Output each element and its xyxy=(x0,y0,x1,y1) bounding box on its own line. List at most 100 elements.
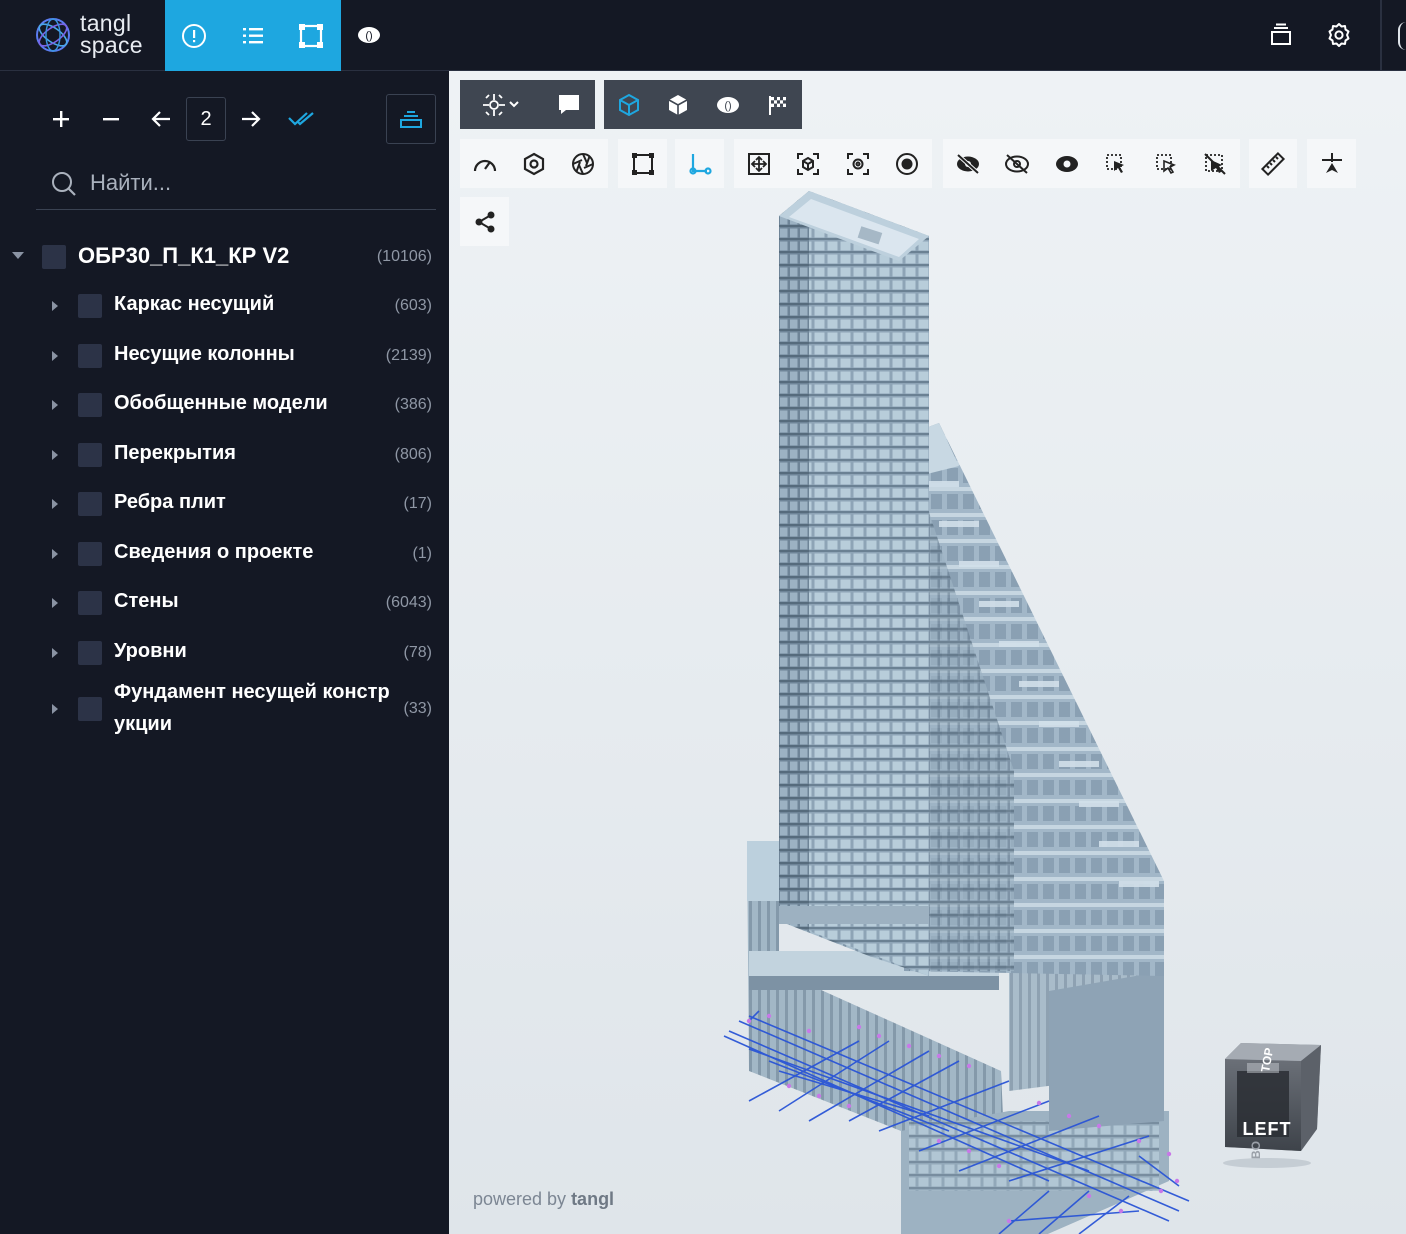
share-group xyxy=(460,197,509,246)
xray-view-button[interactable]: () xyxy=(703,80,753,129)
axes-button[interactable] xyxy=(675,139,724,188)
caret-right-icon[interactable] xyxy=(52,499,58,509)
caret-right-icon[interactable] xyxy=(52,351,58,361)
caret-right-icon[interactable] xyxy=(52,400,58,410)
section-box-button[interactable] xyxy=(618,139,667,188)
eye-icon xyxy=(1055,155,1078,172)
box-select-button[interactable] xyxy=(1092,139,1142,188)
hide-others-button[interactable] xyxy=(993,139,1043,188)
tree-item[interactable]: Стены (6043) xyxy=(0,578,449,626)
search-input[interactable] xyxy=(90,166,420,200)
deselect-button[interactable] xyxy=(1191,139,1241,188)
show-all-button[interactable] xyxy=(1042,139,1092,188)
3d-viewer[interactable]: () LEFT TOP BO powered by tangl xyxy=(449,71,1406,1234)
double-check-icon xyxy=(288,112,314,126)
tangl-logo[interactable]: tangl space xyxy=(34,12,154,58)
list-icon xyxy=(242,27,263,43)
next-level-button[interactable] xyxy=(236,97,266,141)
logo-text: tangl space xyxy=(80,12,143,57)
checkbox[interactable] xyxy=(78,542,102,566)
view-mode-group: () xyxy=(604,80,802,129)
collapse-all-button[interactable] xyxy=(96,97,126,141)
speed-button[interactable] xyxy=(460,139,509,188)
caret-right-icon[interactable] xyxy=(52,301,58,311)
checkbox[interactable] xyxy=(78,591,102,615)
checkbox[interactable] xyxy=(78,294,102,318)
caret-right-icon[interactable] xyxy=(52,648,58,658)
visibility-toggle-button[interactable]: () xyxy=(352,18,386,52)
checkbox[interactable] xyxy=(78,697,102,721)
caret-down-icon[interactable] xyxy=(12,252,24,259)
profile-edge[interactable] xyxy=(1398,22,1406,50)
layers-button[interactable] xyxy=(386,94,436,144)
tree-item-label-line-1: Фундамент несущей констр xyxy=(114,681,390,703)
settings-button[interactable] xyxy=(1322,18,1356,52)
fit-all-button[interactable] xyxy=(734,139,784,188)
level-value[interactable]: 2 xyxy=(186,97,226,141)
view-cube-face-side[interactable]: BO xyxy=(1249,1141,1263,1159)
expand-all-button[interactable] xyxy=(46,97,76,141)
tree-item[interactable]: Уровни (78) xyxy=(0,628,449,676)
solid-view-button[interactable] xyxy=(654,80,704,129)
tree-item-label-line-2: укции xyxy=(114,713,173,735)
tree-item-label: Каркас несущий xyxy=(114,293,275,315)
fit-selection-button[interactable] xyxy=(784,139,834,188)
tree-item-count: (603) xyxy=(394,297,432,314)
share-button[interactable] xyxy=(460,197,509,246)
hide-selected-button[interactable] xyxy=(943,139,993,188)
plus-icon xyxy=(53,111,69,127)
list-button[interactable] xyxy=(224,0,283,71)
select-region-icon xyxy=(1106,153,1125,173)
tree-item[interactable]: Сведения о проекте (1) xyxy=(0,529,449,577)
comment-button[interactable] xyxy=(542,80,595,129)
wireframe-view-button[interactable] xyxy=(604,80,654,129)
checkbox[interactable] xyxy=(78,641,102,665)
previous-level-button[interactable] xyxy=(146,97,176,141)
tree-item[interactable]: Обобщенные модели (386) xyxy=(0,380,449,428)
checkbox[interactable] xyxy=(78,393,102,417)
target-icon xyxy=(896,152,919,175)
minus-icon xyxy=(103,118,119,121)
measure-button[interactable] xyxy=(1249,139,1297,188)
tree-item[interactable]: Перекрытия (806) xyxy=(0,430,449,478)
tree-item-label: Несущие колонны xyxy=(114,343,295,365)
stack-button[interactable] xyxy=(1264,18,1298,52)
checkbox[interactable] xyxy=(78,344,102,368)
caret-right-icon[interactable] xyxy=(52,704,58,714)
share-icon xyxy=(475,211,494,232)
focus-gear-icon xyxy=(846,152,869,175)
aperture-button[interactable] xyxy=(559,139,608,188)
tree-item-label: Уровни xyxy=(114,640,187,662)
tree-item[interactable]: Каркас несущий (603) xyxy=(0,281,449,329)
powered-by-brand: tangl xyxy=(571,1189,615,1209)
checkbox[interactable] xyxy=(42,245,66,269)
axes-icon xyxy=(688,153,712,175)
view-cube-face-front[interactable]: LEFT xyxy=(1231,1119,1303,1140)
tree-item[interactable]: Фундамент несущей констр укции (33) xyxy=(0,678,449,742)
frame-select-button[interactable] xyxy=(282,0,341,71)
caret-right-icon[interactable] xyxy=(52,549,58,559)
focus-button[interactable] xyxy=(833,139,883,188)
camera-tools-group xyxy=(460,139,608,188)
powered-by: powered by tangl xyxy=(473,1189,614,1210)
orbit-mode-dropdown[interactable] xyxy=(460,80,542,129)
caret-right-icon[interactable] xyxy=(52,450,58,460)
pick-select-button[interactable] xyxy=(1141,139,1191,188)
tree-item-count: (78) xyxy=(403,644,432,661)
elevation-button[interactable] xyxy=(1307,139,1356,188)
tree-root-row[interactable]: ОБР30_П_К1_КР V2 (10106) xyxy=(0,232,449,280)
select-all-button[interactable] xyxy=(284,97,318,141)
view-cube[interactable]: LEFT TOP BO xyxy=(1211,1039,1323,1169)
checkbox[interactable] xyxy=(78,443,102,467)
caret-right-icon[interactable] xyxy=(52,598,58,608)
center-button[interactable] xyxy=(883,139,933,188)
info-button[interactable] xyxy=(165,0,224,71)
tree-item[interactable]: Несущие колонны (2139) xyxy=(0,331,449,379)
tree-item[interactable]: Ребра плит (17) xyxy=(0,479,449,527)
top-bar: tangl space () xyxy=(0,0,1406,71)
checkbox[interactable] xyxy=(78,492,102,516)
logo-mark-icon xyxy=(36,18,70,52)
isolate-button[interactable] xyxy=(509,139,558,188)
select-off-icon xyxy=(1204,152,1226,175)
checkpoints-button[interactable] xyxy=(753,80,803,129)
